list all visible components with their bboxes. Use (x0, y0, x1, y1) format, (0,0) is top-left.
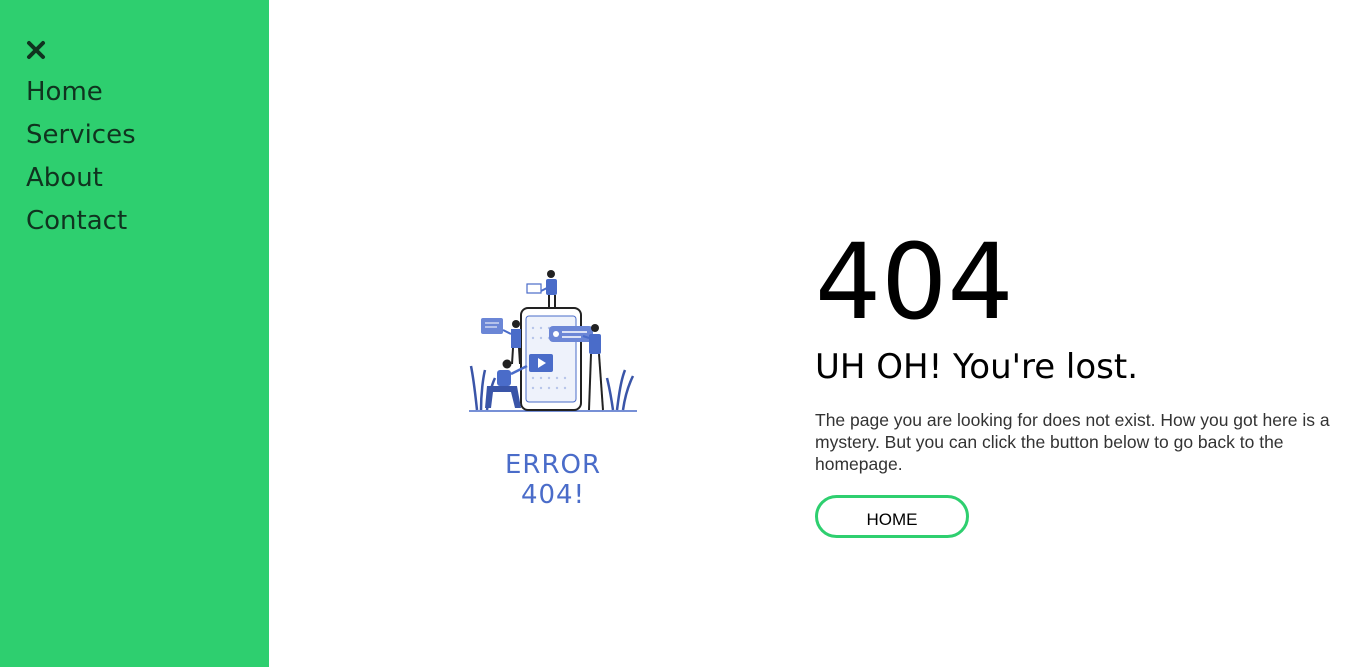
close-icon (27, 41, 45, 59)
error-description: The page you are looking for does not ex… (815, 410, 1330, 474)
close-menu-button[interactable] (26, 40, 46, 60)
nav-item-services[interactable]: Services (26, 117, 136, 160)
people-with-phone-icon (469, 270, 637, 412)
nav-item-about[interactable]: About (26, 160, 136, 203)
nav-item-contact[interactable]: Contact (26, 203, 136, 246)
home-button[interactable]: HOME (815, 495, 969, 538)
main-content: ERROR 404! 404 UH OH! You're lost. The p… (269, 0, 1359, 667)
error-illustration (467, 266, 639, 416)
error-code: 404 (815, 221, 1014, 343)
error-caption: ERROR 404! (504, 450, 602, 510)
sidebar-nav: Home Services About Contact (0, 0, 269, 667)
error-title: UH OH! You're lost. (815, 347, 1139, 387)
nav-list: Home Services About Contact (26, 74, 136, 246)
nav-item-home[interactable]: Home (26, 74, 136, 117)
